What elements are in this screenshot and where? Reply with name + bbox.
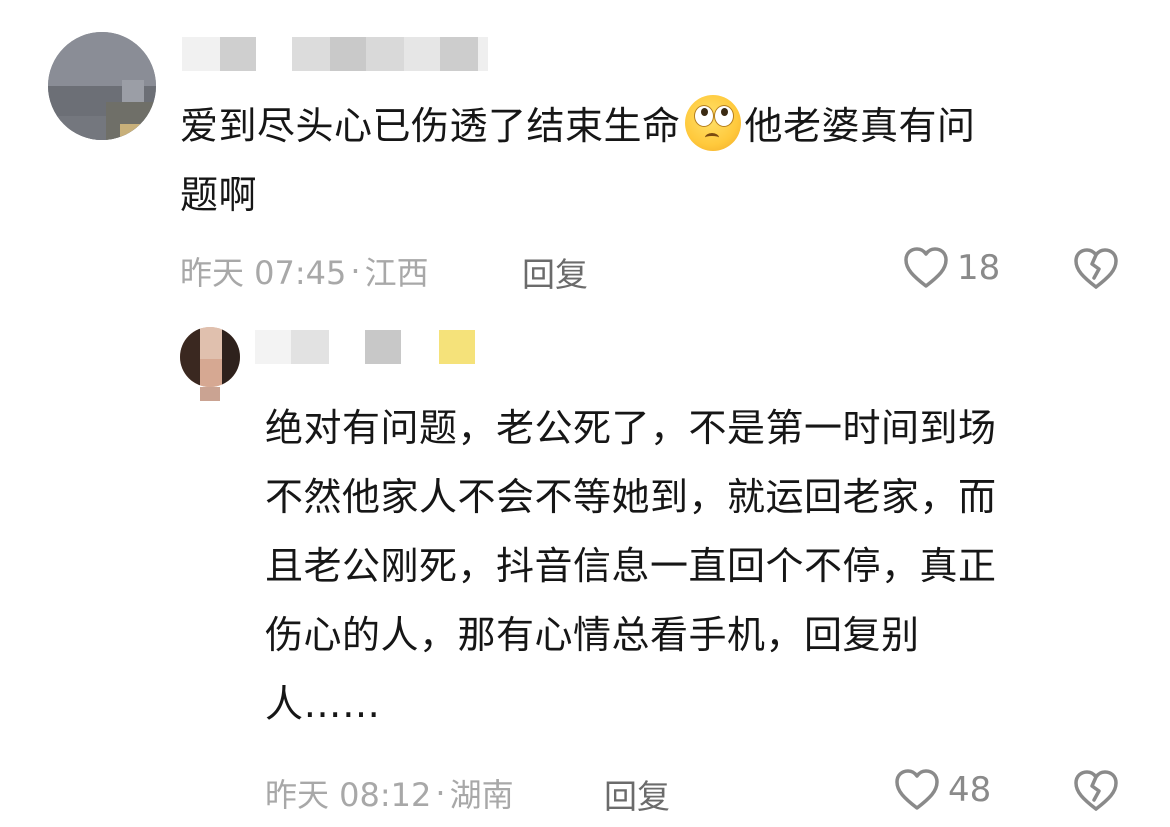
broken-heart-icon: [1074, 770, 1118, 811]
meta-separator: ·: [435, 774, 446, 812]
meta-separator: ·: [350, 252, 361, 290]
reply-button[interactable]: 回复: [604, 770, 670, 818]
like-button[interactable]: 48: [894, 768, 991, 812]
like-button[interactable]: 18: [903, 246, 1000, 290]
face-with-rolling-eyes-icon: [684, 95, 741, 151]
comment-meta: 昨天 07:45 · 江西: [180, 248, 429, 294]
comment-text-line: 且老公刚死，抖音信息一直回个不停，真正: [265, 544, 997, 588]
comment-time: 昨天 07:45: [180, 254, 347, 292]
comment-text-line: 他老婆真有问: [744, 104, 976, 148]
comment-text-line: 题啊: [180, 173, 258, 217]
heart-icon: [895, 769, 939, 810]
username-blurred[interactable]: [255, 330, 475, 364]
avatar[interactable]: [48, 32, 156, 140]
comment-text-line: 爱到尽头心已伤透了结束生命: [180, 104, 681, 148]
avatar[interactable]: [180, 327, 240, 401]
username-blurred[interactable]: [182, 37, 488, 71]
like-count: 48: [948, 770, 992, 810]
broken-heart-icon: [1074, 248, 1118, 289]
dislike-button[interactable]: [1073, 769, 1119, 817]
heart-icon: [904, 247, 948, 288]
comment-thread: 爱到尽头心已伤透了结束生命 他老婆真有问 题啊 昨天 07:45 · 江西 回复 18: [0, 0, 1170, 827]
comment-text-line: 不然他家人不会不等她到，就运回老家，而: [265, 475, 997, 519]
comment-text-line: 伤心的人，那有心情总看手机，回复别: [265, 613, 920, 657]
comment-text-line: 人……: [265, 682, 381, 726]
reply-button[interactable]: 回复: [522, 248, 588, 296]
like-count: 18: [957, 248, 1001, 288]
comment-text: 绝对有问题，老公死了，不是第一时间到场 不然他家人不会不等她到，就运回老家，而 …: [265, 394, 1125, 739]
comment-text-line: 绝对有问题，老公死了，不是第一时间到场: [265, 406, 997, 450]
comment-location: 湖南: [449, 776, 514, 814]
comment-time: 昨天 08:12: [265, 776, 432, 814]
comment-location: 江西: [364, 254, 429, 292]
comment-meta: 昨天 08:12 · 湖南: [265, 770, 514, 816]
dislike-button[interactable]: [1073, 247, 1119, 295]
comment-text: 爱到尽头心已伤透了结束生命 他老婆真有问 题啊: [180, 92, 1120, 230]
